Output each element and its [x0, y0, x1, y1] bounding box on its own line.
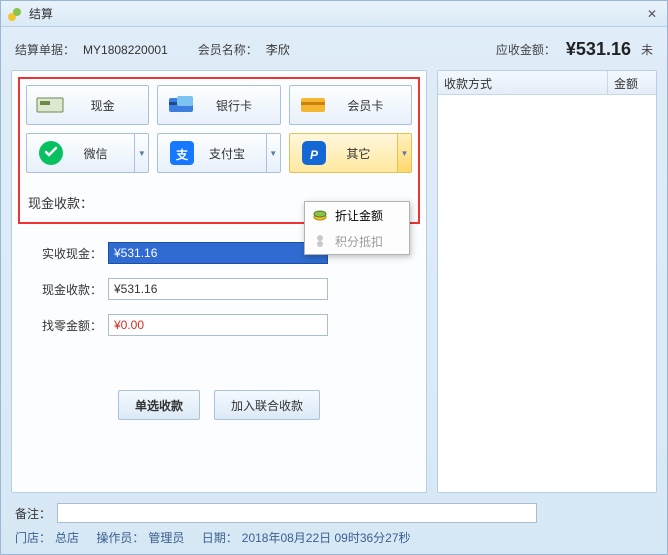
footer: 备注： 门店： 总店 操作员： 管理员 日期： 2018年08月22日 09时36分2…: [1, 499, 667, 554]
points-icon: [311, 232, 329, 250]
change-input[interactable]: [108, 314, 328, 336]
chevron-down-icon[interactable]: ▼: [134, 134, 148, 172]
due-amount: ¥531.16: [566, 39, 631, 60]
bank-card-icon: [166, 93, 198, 117]
join-combined-button[interactable]: 加入联合收款: [214, 390, 320, 420]
action-row: 单选收款 加入联合收款: [18, 390, 420, 420]
svg-text:P: P: [310, 148, 319, 162]
paypal-icon: P: [298, 141, 330, 165]
pay-member-label: 会员卡: [338, 97, 411, 114]
cash-form: 实收现金： 现金收款： 找零金额：: [18, 242, 420, 350]
table-body: [438, 95, 656, 492]
left-panel: 现金 银行卡 会员卡: [11, 70, 427, 493]
pay-wechat-label: 微信: [75, 145, 134, 162]
cash-received-input[interactable]: [108, 278, 328, 300]
chevron-down-icon[interactable]: ▼: [397, 134, 411, 172]
wechat-icon: [35, 141, 67, 165]
remark-input[interactable]: [57, 503, 537, 523]
actual-label: 实收现金：: [34, 245, 102, 262]
chevron-down-icon[interactable]: ▼: [266, 134, 280, 172]
window-title: 结算: [29, 5, 643, 22]
col-amount: 金额: [608, 71, 656, 94]
coins-icon: [311, 206, 329, 224]
payment-grid: 现金 银行卡 会员卡: [26, 85, 412, 173]
pay-cash-button[interactable]: 现金: [26, 85, 149, 125]
operator-value: 管理员: [148, 531, 184, 545]
svg-text:支: 支: [175, 147, 189, 162]
operator-label: 操作员：: [96, 531, 144, 545]
pay-other-button[interactable]: P 其它 ▼: [289, 133, 412, 173]
other-dropdown-menu: 折让金额 积分抵扣: [304, 201, 410, 255]
pay-alipay-button[interactable]: 支 支付宝 ▼: [157, 133, 280, 173]
due-label: 应收金额：: [496, 41, 556, 58]
dropdown-points-label: 积分抵扣: [335, 233, 383, 250]
status-row: 门店： 总店 操作员： 管理员 日期： 2018年08月22日 09时36分27秒: [15, 529, 653, 546]
col-method: 收款方式: [438, 71, 608, 94]
settlement-window: 结算 ✕ 结算单据： MY1808220001 会员名称： 李欣 应收金额： ¥…: [0, 0, 668, 555]
order-number: MY1808220001: [83, 43, 168, 57]
due-tail: 未: [641, 41, 653, 58]
alipay-icon: 支: [166, 141, 198, 165]
date-label: 日期：: [202, 531, 238, 545]
titlebar: 结算 ✕: [1, 1, 667, 27]
member-label: 会员名称：: [198, 41, 258, 58]
remark-row: 备注：: [15, 503, 653, 523]
pay-cash-label: 现金: [75, 97, 148, 114]
pay-bank-label: 银行卡: [206, 97, 279, 114]
close-button[interactable]: ✕: [643, 5, 661, 23]
change-label: 找零金额：: [34, 317, 102, 334]
actual-cash-input[interactable]: [108, 242, 328, 264]
dropdown-discount-label: 折让金额: [335, 207, 383, 224]
member-name: 李欣: [266, 41, 290, 58]
dropdown-discount[interactable]: 折让金额: [305, 202, 409, 228]
member-card-icon: [298, 93, 330, 117]
remark-label: 备注：: [15, 505, 51, 522]
body: 现金 银行卡 会员卡: [1, 70, 667, 499]
pay-bank-button[interactable]: 银行卡: [157, 85, 280, 125]
cashpay-label: 现金收款：: [34, 281, 102, 298]
table-header: 收款方式 金额: [438, 71, 656, 95]
app-icon: [7, 6, 23, 22]
right-panel: 收款方式 金额: [437, 70, 657, 493]
pay-wechat-button[interactable]: 微信 ▼: [26, 133, 149, 173]
cash-icon: [35, 93, 67, 117]
dropdown-points: 积分抵扣: [305, 228, 409, 254]
order-label: 结算单据：: [15, 41, 75, 58]
pay-other-label: 其它: [338, 145, 397, 162]
pay-alipay-label: 支付宝: [206, 145, 265, 162]
date-value: 2018年08月22日 09时36分27秒: [242, 531, 411, 545]
single-pay-button[interactable]: 单选收款: [118, 390, 200, 420]
header-info: 结算单据： MY1808220001 会员名称： 李欣 应收金额： ¥531.1…: [1, 27, 667, 70]
pay-member-button[interactable]: 会员卡: [289, 85, 412, 125]
store-label: 门店：: [15, 531, 51, 545]
store-value: 总店: [55, 531, 79, 545]
